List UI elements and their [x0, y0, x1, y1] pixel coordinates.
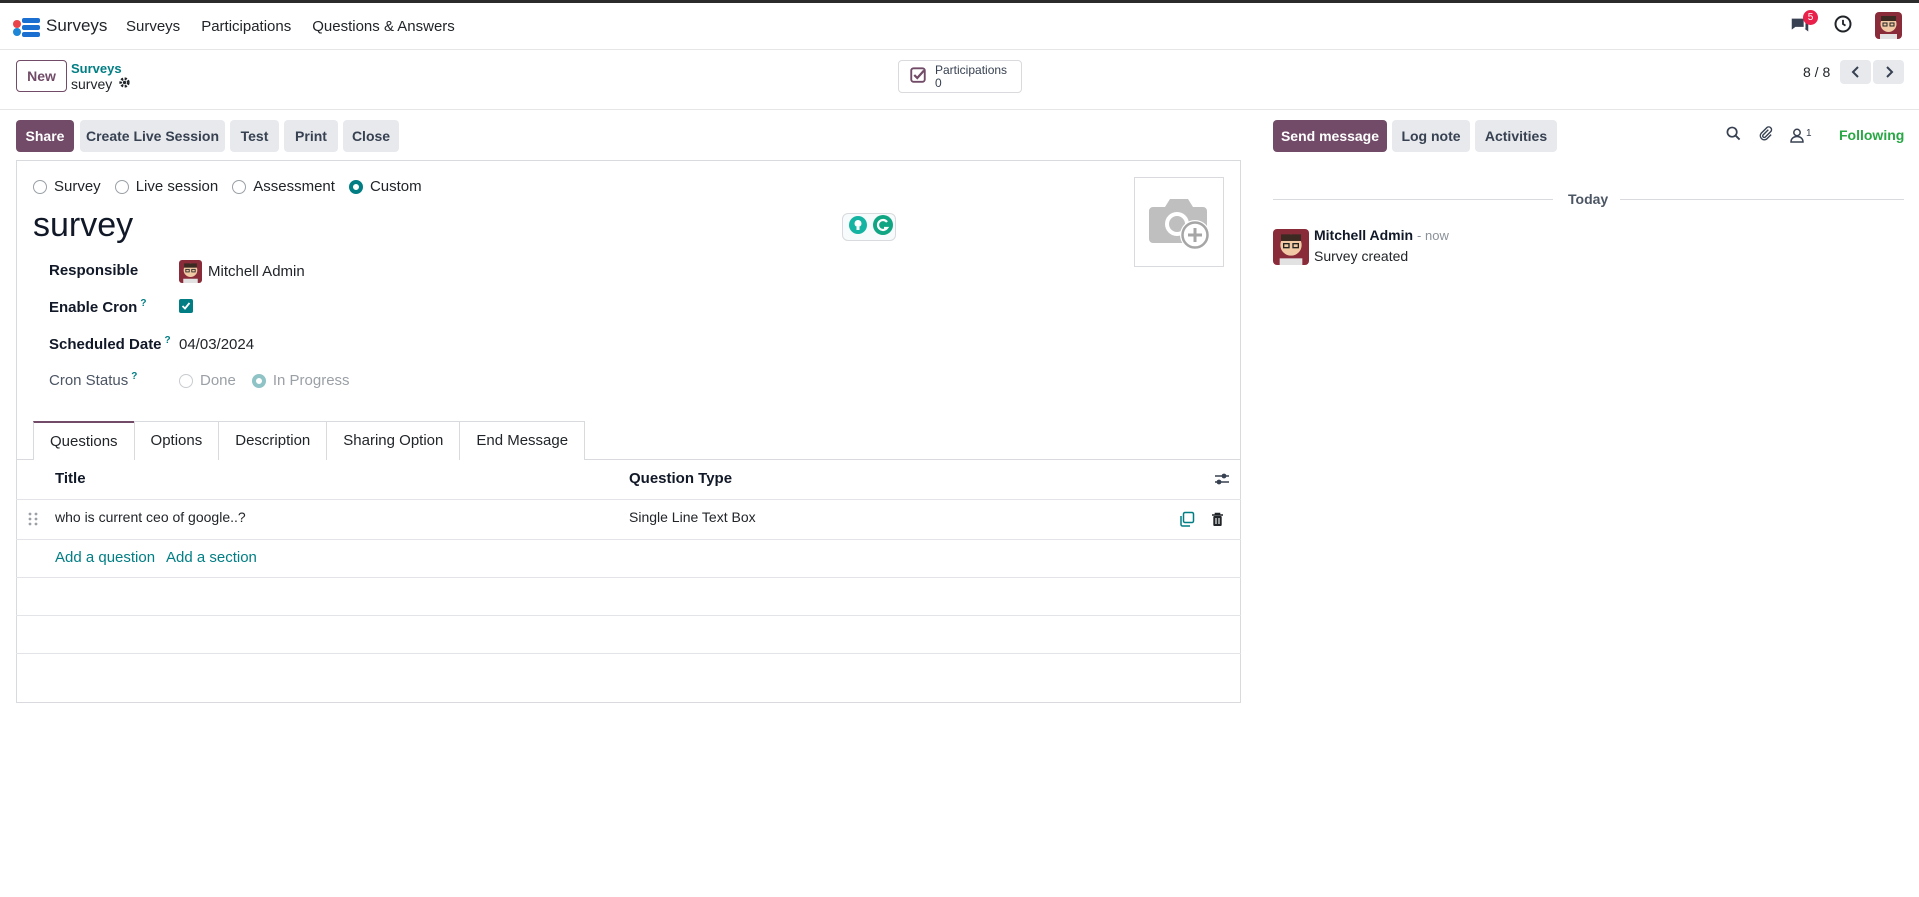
optional-columns-icon[interactable] — [1214, 472, 1230, 490]
message-body: Survey created — [1314, 248, 1409, 264]
type-option-assessment[interactable]: Assessment — [232, 178, 335, 195]
search-icon[interactable] — [1726, 126, 1741, 145]
message-author-avatar[interactable] — [1273, 229, 1309, 265]
enable-cron-checkbox[interactable] — [179, 299, 193, 313]
responsible-field[interactable]: Mitchell Admin — [179, 260, 305, 283]
list-header-divider — [16, 499, 1241, 500]
responsible-label: Responsible — [49, 262, 139, 279]
add-question-link[interactable]: Add a question — [55, 549, 155, 566]
control-panel-divider — [0, 109, 1919, 110]
type-option-survey[interactable]: Survey — [33, 178, 101, 195]
stat-value: 0 — [935, 75, 942, 90]
pager-value[interactable]: 8 / 8 — [1803, 64, 1830, 80]
pager-previous-button[interactable] — [1840, 60, 1871, 84]
share-button[interactable]: Share — [16, 120, 74, 152]
responsible-value: Mitchell Admin — [208, 263, 305, 280]
drag-handle-icon[interactable] — [28, 512, 38, 530]
survey-title[interactable]: survey — [33, 206, 133, 245]
new-button[interactable]: New — [16, 60, 67, 92]
user-avatar[interactable] — [1875, 12, 1902, 39]
apps-menu-icon[interactable] — [13, 17, 41, 37]
user-icon — [1790, 128, 1804, 143]
trash-icon[interactable] — [1211, 512, 1224, 531]
grammarly-icon[interactable] — [872, 214, 894, 240]
breadcrumb-current: survey — [71, 76, 131, 92]
cron-status-radio-group: Done In Progress — [179, 372, 360, 389]
enable-cron-label: Enable Cron? — [49, 298, 147, 316]
row-divider — [16, 577, 1241, 578]
cron-status-in-progress: In Progress — [251, 372, 350, 389]
log-note-button[interactable]: Log note — [1392, 120, 1470, 152]
help-tooltip-icon[interactable]: ? — [131, 371, 137, 382]
menu-participations[interactable]: Participations — [201, 18, 291, 35]
scheduled-date-label: Scheduled Date? — [49, 335, 171, 353]
question-type-cell: Single Line Text Box — [629, 509, 756, 525]
message-author-name[interactable]: Mitchell Admin — [1314, 227, 1413, 243]
send-message-button[interactable]: Send message — [1273, 120, 1387, 152]
help-tooltip-icon[interactable]: ? — [165, 335, 171, 346]
chevron-left-icon — [1851, 66, 1859, 78]
breadcrumb-parent[interactable]: Surveys — [71, 61, 122, 76]
test-button[interactable]: Test — [230, 120, 279, 152]
tab-options[interactable]: Options — [133, 421, 220, 460]
activities-button[interactable]: Activities — [1475, 120, 1557, 152]
checkmark-icon — [179, 299, 193, 313]
copy-icon[interactable] — [1179, 511, 1195, 531]
app-name[interactable]: Surveys — [46, 16, 107, 36]
following-button[interactable]: Following — [1839, 127, 1904, 143]
paperclip-icon[interactable] — [1758, 125, 1773, 145]
scheduled-date-input[interactable]: 04/03/2024 — [179, 336, 254, 353]
column-title-header[interactable]: Title — [55, 470, 86, 487]
row-divider — [16, 653, 1241, 654]
gear-icon[interactable] — [118, 76, 131, 92]
scheduled-date-value: 04/03/2024 — [179, 336, 255, 353]
pager-next-button[interactable] — [1873, 60, 1904, 84]
print-button[interactable]: Print — [284, 120, 338, 152]
column-question-type-header[interactable]: Question Type — [629, 470, 732, 487]
lightbulb-icon[interactable] — [848, 215, 868, 239]
top-navbar: Surveys Surveys Participations Questions… — [0, 3, 1919, 50]
tab-sharing-option[interactable]: Sharing Option — [326, 421, 461, 460]
survey-image-upload[interactable] — [1134, 177, 1224, 267]
messaging-icon[interactable]: 5 — [1789, 9, 1818, 37]
type-option-custom[interactable]: Custom — [348, 178, 422, 195]
stat-label: Participations — [935, 62, 1008, 77]
date-separator-line — [1620, 199, 1904, 200]
tab-description[interactable]: Description — [218, 421, 328, 460]
chevron-right-icon — [1885, 66, 1893, 78]
date-separator-label: Today — [1568, 191, 1609, 207]
create-live-session-button[interactable]: Create Live Session — [80, 120, 225, 152]
form-notebook-tabs: Questions Options Description Sharing Op… — [33, 421, 586, 460]
followers-button[interactable]: 1 — [1790, 128, 1812, 143]
messaging-badge: 5 — [1803, 9, 1818, 25]
survey-type-radio-group: Survey Live session Assessment Custom — [33, 178, 426, 195]
navbar-systray: 5 — [1789, 9, 1902, 39]
cron-status-label: Cron Status? — [49, 371, 138, 389]
row-divider — [16, 615, 1241, 616]
close-button[interactable]: Close — [343, 120, 399, 152]
responsible-avatar — [179, 260, 202, 283]
message-author: Mitchell Admin - now — [1314, 227, 1449, 243]
tab-questions[interactable]: Questions — [33, 421, 135, 460]
clock-icon[interactable] — [1833, 14, 1853, 38]
chatter-toolbar: 1 — [1726, 125, 1812, 145]
camera-add-icon — [1149, 199, 1210, 250]
menu-questions-answers[interactable]: Questions & Answers — [312, 18, 455, 35]
browser-extension-icons — [842, 213, 896, 241]
message-time: - now — [1417, 228, 1449, 243]
participations-stat-button[interactable]: Participations 0 — [898, 60, 1022, 93]
cron-status-done: Done — [179, 372, 236, 389]
date-separator-line — [1273, 199, 1553, 200]
checkbox-icon — [909, 66, 927, 88]
tab-end-message[interactable]: End Message — [459, 421, 586, 460]
question-title-cell: who is current ceo of google..? — [55, 509, 246, 525]
help-tooltip-icon[interactable]: ? — [140, 298, 146, 309]
type-option-live-session[interactable]: Live session — [114, 178, 218, 195]
menu-surveys[interactable]: Surveys — [126, 18, 180, 35]
main-menu: Surveys Participations Questions & Answe… — [126, 18, 455, 35]
add-section-link[interactable]: Add a section — [166, 549, 257, 566]
row-divider — [16, 539, 1241, 540]
breadcrumb-current-label: survey — [71, 76, 113, 92]
followers-count: 1 — [1806, 127, 1812, 139]
